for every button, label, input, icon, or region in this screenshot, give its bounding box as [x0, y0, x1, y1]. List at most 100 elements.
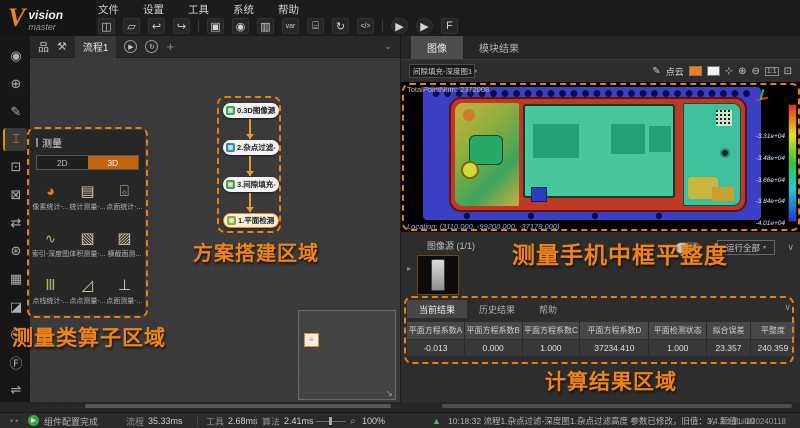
one-to-one-icon[interactable]: 1:1 — [765, 67, 779, 76]
add-flow-button[interactable]: + — [166, 39, 174, 54]
axis-x — [756, 97, 768, 101]
zoom-out-icon[interactable]: ⊖ — [751, 66, 759, 77]
code-icon[interactable]: </> — [357, 18, 374, 34]
script-icon[interactable]: ⌸ — [307, 18, 324, 34]
tool-point-point-measure[interactable]: ◿ 点点测量-... — [69, 268, 106, 315]
battery-patch — [649, 126, 671, 152]
open-icon[interactable]: ▱ — [123, 18, 140, 34]
menu-file[interactable]: 文件 — [98, 2, 119, 17]
io-monitor-icon[interactable]: ▥ — [257, 18, 274, 34]
tab-3d[interactable]: 3D — [88, 156, 139, 169]
fit-view-icon[interactable]: ⊡ — [784, 66, 792, 77]
edit-pencil-icon[interactable]: ✎ — [652, 66, 660, 77]
tool-time-label: 工具 — [206, 415, 224, 428]
minimap-node: ≡ — [304, 333, 319, 347]
deep-learning-icon[interactable]: ⊛ — [3, 239, 27, 263]
tool-point-line-stats[interactable]: Ⅲ 点线统计-... — [32, 268, 69, 315]
image-source-select-value: 间隙填充-深度图1 — [413, 66, 472, 77]
menu-settings[interactable]: 设置 — [143, 2, 164, 17]
reset-icon[interactable]: ↻ — [332, 18, 349, 34]
flow-run-loop-icon[interactable]: ↻ — [145, 40, 158, 53]
tab-image[interactable]: 图像 — [411, 36, 463, 59]
image-processing-icon[interactable]: ✎ — [3, 100, 27, 124]
format-module-icon[interactable]: F — [441, 18, 458, 34]
tab-flow1[interactable]: 流程1 — [75, 36, 117, 58]
zoom-in-icon[interactable]: ⊕ — [738, 66, 746, 77]
tool-point-plane-measure[interactable]: ⊥ 点面测量-... — [106, 268, 143, 315]
canvas-horizontal-scrollbar[interactable] — [85, 404, 391, 408]
flow-node-noise-filter[interactable]: ▦ 2.杂点过滤-... — [223, 140, 279, 155]
flow-list-icon[interactable]: 品 — [38, 39, 49, 55]
tab-current-results[interactable]: 当前结果 — [407, 300, 467, 318]
wrench-icon[interactable]: ⚒ — [57, 40, 67, 53]
tool-index-depth-map[interactable]: ∿ 索引-深度图 — [32, 221, 69, 268]
save-icon[interactable]: ◫ — [98, 18, 115, 34]
measurement-icon[interactable]: ⌶ — [3, 128, 27, 152]
results-horizontal-scrollbar[interactable] — [442, 404, 792, 408]
recognition-icon[interactable]: ⊡ — [3, 155, 27, 179]
flow-time-value: 35.33ms — [148, 416, 183, 426]
titlebar: V vision master 文件 设置 工具 系统 帮助 ◫ ▱ ↩ ↪ ▣… — [0, 0, 800, 36]
minimap-resize-icon[interactable]: ↘ — [385, 388, 393, 399]
logic-icon[interactable]: ⇄ — [3, 211, 27, 235]
variable-icon[interactable]: var — [282, 18, 299, 34]
zoom-slider[interactable] — [316, 421, 346, 422]
menu-help[interactable]: 帮助 — [278, 2, 299, 17]
font-module-icon[interactable]: Ⓕ — [3, 350, 27, 374]
tool-stats-measure[interactable]: ▤ 统计测量-... — [69, 174, 106, 221]
communication-icon[interactable]: ▦ — [3, 267, 27, 291]
defect-detect-icon[interactable]: ◪ — [3, 295, 27, 319]
tool-volume-measure[interactable]: ▧ 体积测量-... — [69, 221, 106, 268]
tab-history-results[interactable]: 历史结果 — [467, 300, 527, 318]
value-plane-coef-c: 1.000 — [523, 339, 581, 356]
tab-2d[interactable]: 2D — [37, 156, 88, 169]
camera-icon[interactable]: ◉ — [232, 18, 249, 34]
undo-icon[interactable]: ↩ — [148, 18, 165, 34]
flowbar-chevron-down-icon[interactable]: ⌄ — [384, 41, 392, 52]
flow-time-label: 流程 — [126, 415, 144, 428]
run-continuous-icon[interactable]: ▶ — [416, 18, 433, 34]
tool-pixel-stats[interactable]: ◕ 像素统计-... — [32, 174, 69, 221]
viewer-toolbar: 间隙填充-深度图1 ▾ ✎ 点云 ⊹ ⊕ ⊖ 1:1 ⊡ — [401, 60, 800, 82]
tool-cross-section[interactable]: ▨ 横截面测... — [106, 221, 143, 268]
depth-image-viewport[interactable]: TotalPointNum: 2372008 — [401, 82, 800, 232]
image-source-select[interactable]: 间隙填充-深度图1 ▾ — [409, 64, 475, 78]
value-plane-coef-a: -0.013 — [407, 339, 465, 356]
run-once-icon[interactable]: ▶ — [391, 18, 408, 34]
value-plane-coef-d: 37234.410 — [580, 339, 649, 356]
zoom-slider-knob[interactable] — [329, 417, 332, 425]
node-gap-fill-icon: ▦ — [226, 180, 235, 189]
new-window-icon[interactable]: ▣ — [207, 18, 224, 34]
location-icon[interactable]: ⊕ — [3, 72, 27, 96]
flow-node-plane-detect[interactable]: ▦ 1.平面检测-... — [223, 213, 279, 228]
scale-label: -3.84e+04 — [739, 198, 785, 205]
tool-label: 横截面测... — [107, 249, 141, 259]
pan-icon[interactable]: ⊹ — [725, 66, 733, 77]
col-plane-coef-a: 平面方程系数A — [407, 322, 465, 339]
pointcloud-color-white-swatch[interactable] — [707, 66, 720, 76]
tab-module-results[interactable]: 模块结果 — [463, 36, 535, 59]
pointcloud-color-orange-swatch[interactable] — [689, 66, 702, 76]
menu-system[interactable]: 系统 — [233, 2, 254, 17]
battery-patch — [611, 124, 645, 154]
data-exchange-icon[interactable]: ⇌ — [3, 378, 27, 402]
tool-point-plane-stats[interactable]: ⌺ 点面统计-... — [106, 174, 143, 221]
calibration-icon[interactable]: ⊠ — [3, 183, 27, 207]
tab-help[interactable]: 帮助 — [527, 300, 569, 318]
flow-connector-arrow — [249, 156, 251, 176]
flow-run-icon[interactable]: ▶ — [124, 40, 137, 53]
point-point-measure-icon: ◿ — [82, 278, 94, 294]
flow-node-gap-fill[interactable]: ▦ 3.间隙填充-... — [223, 177, 279, 192]
menu-tools[interactable]: 工具 — [188, 2, 209, 17]
select-caret-icon: ▾ — [474, 68, 477, 75]
redo-icon[interactable]: ↪ — [173, 18, 190, 34]
run-all-label: 运行全部 — [726, 242, 760, 254]
flow-node-image-source[interactable]: ▦ 0.3D图像源1 — [223, 103, 279, 118]
results-collapse-chevron-icon[interactable]: ∨ — [784, 302, 791, 313]
image-thumbnail[interactable] — [417, 255, 459, 295]
acquisition-icon[interactable]: ◉ — [3, 44, 27, 68]
flow-minimap[interactable]: ≡ ↘ — [298, 310, 396, 400]
strip-expander-icon[interactable]: ▸ — [407, 264, 411, 273]
results-value-row[interactable]: -0.013 0.000 1.000 37234.410 1.000 23.35… — [407, 339, 795, 356]
source-collapse-chevron-icon[interactable]: ∨ — [787, 242, 794, 253]
